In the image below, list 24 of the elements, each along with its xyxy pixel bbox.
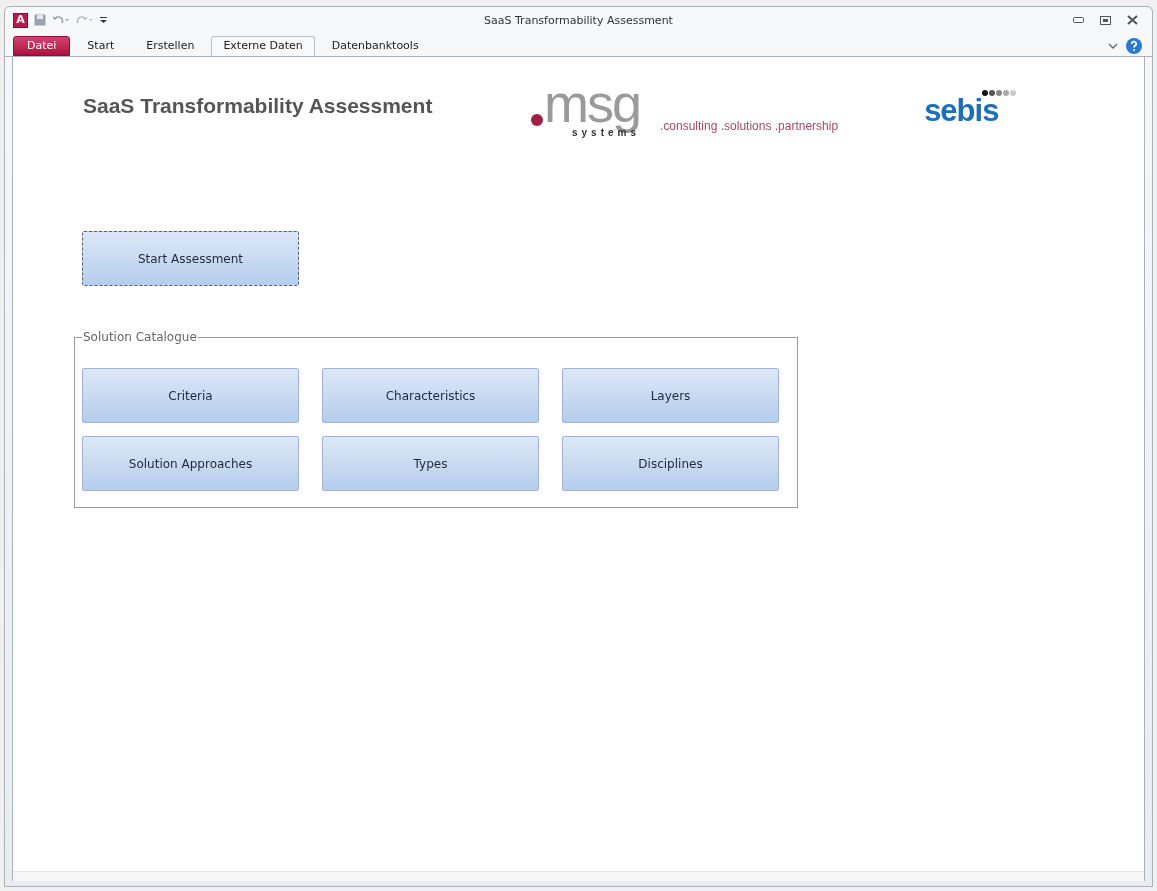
ribbon-tab[interactable]: Datenbanktools (316, 36, 434, 56)
ribbon-tab[interactable]: Externe Daten (211, 36, 315, 56)
form-button[interactable]: Disciplines (562, 436, 779, 491)
minimize-icon[interactable] (1073, 17, 1084, 23)
window-title: SaaS Transformability Assessment (484, 13, 673, 29)
form-title: SaaS Transformability Assessment (83, 93, 434, 119)
help-icon[interactable] (1126, 38, 1142, 54)
tagline: .consulting .solutions .partnership (660, 118, 839, 135)
customize-toolbar-icon[interactable] (100, 16, 107, 24)
form-button[interactable]: Start Assessment (82, 231, 299, 286)
maximize-icon[interactable] (1100, 15, 1111, 25)
form-button[interactable]: Criteria (82, 368, 299, 423)
form-button[interactable]: Types (322, 436, 539, 491)
ribbon-tab[interactable]: Start (72, 36, 130, 56)
group-legend: Solution Catalogue (82, 330, 198, 344)
form-button[interactable]: Characteristics (322, 368, 539, 423)
collapse-ribbon-icon[interactable] (1108, 42, 1118, 50)
close-icon[interactable] (1127, 15, 1138, 25)
ribbon-tab[interactable]: Datei (13, 36, 71, 56)
sebis-logo: sebis (924, 86, 1029, 126)
form-button[interactable]: Solution Approaches (82, 436, 299, 491)
app-icon[interactable]: A (13, 12, 28, 28)
ribbon-tab[interactable]: Erstellen (131, 36, 210, 56)
form-button[interactable]: Layers (562, 368, 779, 423)
